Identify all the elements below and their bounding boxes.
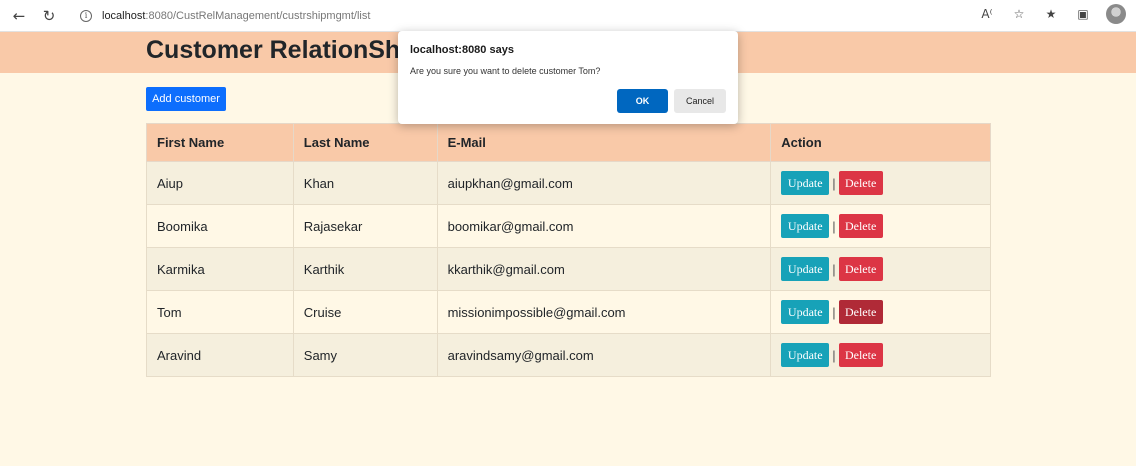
table-row: Tom Cruise missionimpossible@gmail.com U… — [146, 290, 991, 334]
action-separator: | — [832, 218, 836, 234]
cell-last-name: Cruise — [292, 290, 438, 334]
info-icon[interactable]: i — [80, 9, 92, 22]
favorite-add-icon[interactable]: ☆ — [1010, 5, 1028, 23]
url-host: localhost — [102, 9, 146, 22]
read-aloud-icon[interactable]: A⁽ — [978, 5, 996, 23]
cell-email: aiupkhan@gmail.com — [436, 161, 772, 205]
cell-email: boomikar@gmail.com — [436, 204, 772, 248]
dialog-ok-button[interactable]: OK — [617, 89, 668, 113]
browser-actions: A⁽ ☆ ★ ▣ — [978, 4, 1126, 24]
update-button[interactable]: Update — [781, 343, 830, 367]
cell-last-name: Rajasekar — [292, 204, 438, 248]
cell-first-name: Boomika — [146, 204, 294, 248]
table-row: Boomika Rajasekar boomikar@gmail.com Upd… — [146, 204, 991, 248]
column-header-last-name: Last Name — [292, 123, 438, 162]
cell-email: kkarthik@gmail.com — [436, 247, 772, 291]
action-separator: | — [832, 304, 836, 320]
page-title: Customer RelationShip — [146, 36, 423, 64]
action-separator: | — [832, 347, 836, 363]
back-arrow-icon[interactable]: ← — [8, 5, 30, 27]
table-row: Aravind Samy aravindsamy@gmail.com Updat… — [146, 333, 991, 377]
table-row: Aiup Khan aiupkhan@gmail.com Update | De… — [146, 161, 991, 205]
cell-action: Update | Delete — [770, 333, 991, 377]
add-customer-button[interactable]: Add customer — [146, 87, 226, 111]
cell-last-name: Khan — [292, 161, 438, 205]
cell-action: Update | Delete — [770, 290, 991, 334]
profile-avatar[interactable] — [1106, 4, 1126, 24]
dialog-title: localhost:8080 says — [410, 44, 514, 56]
update-button[interactable]: Update — [781, 257, 830, 281]
column-header-first-name: First Name — [146, 123, 294, 162]
cell-first-name: Aiup — [146, 161, 294, 205]
confirm-dialog: localhost:8080 says Are you sure you wan… — [398, 31, 738, 124]
column-header-email: E-Mail — [436, 123, 772, 162]
delete-button[interactable]: Delete — [838, 300, 883, 324]
refresh-icon[interactable]: ↻ — [38, 5, 60, 27]
dialog-message: Are you sure you want to delete customer… — [410, 66, 601, 76]
cell-action: Update | Delete — [770, 161, 991, 205]
cell-email: aravindsamy@gmail.com — [436, 333, 772, 377]
favorites-icon[interactable]: ★ — [1042, 5, 1060, 23]
delete-button[interactable]: Delete — [838, 171, 883, 195]
cell-first-name: Karmika — [146, 247, 294, 291]
dialog-cancel-button[interactable]: Cancel — [674, 89, 726, 113]
cell-first-name: Tom — [146, 290, 294, 334]
delete-button[interactable]: Delete — [838, 343, 883, 367]
url-path: :8080/CustRelManagement/custrshipmgmt/li… — [145, 9, 371, 22]
update-button[interactable]: Update — [781, 214, 830, 238]
address-bar[interactable]: localhost:8080/CustRelManagement/custrsh… — [102, 10, 370, 22]
cell-last-name: Samy — [292, 333, 438, 377]
action-separator: | — [832, 261, 836, 277]
customer-table: First Name Last Name E-Mail Action Aiup … — [146, 123, 991, 377]
delete-button[interactable]: Delete — [838, 214, 883, 238]
browser-toolbar: ← ↻ i localhost:8080/CustRelManagement/c… — [0, 0, 1136, 32]
update-button[interactable]: Update — [781, 171, 830, 195]
cell-email: missionimpossible@gmail.com — [436, 290, 772, 334]
cell-last-name: Karthik — [292, 247, 438, 291]
cell-action: Update | Delete — [770, 247, 991, 291]
cell-action: Update | Delete — [770, 204, 991, 248]
update-button[interactable]: Update — [781, 300, 830, 324]
action-separator: | — [832, 175, 836, 191]
cell-first-name: Aravind — [146, 333, 294, 377]
collections-icon[interactable]: ▣ — [1074, 5, 1092, 23]
delete-button[interactable]: Delete — [838, 257, 883, 281]
column-header-action: Action — [770, 123, 991, 162]
table-row: Karmika Karthik kkarthik@gmail.com Updat… — [146, 247, 991, 291]
